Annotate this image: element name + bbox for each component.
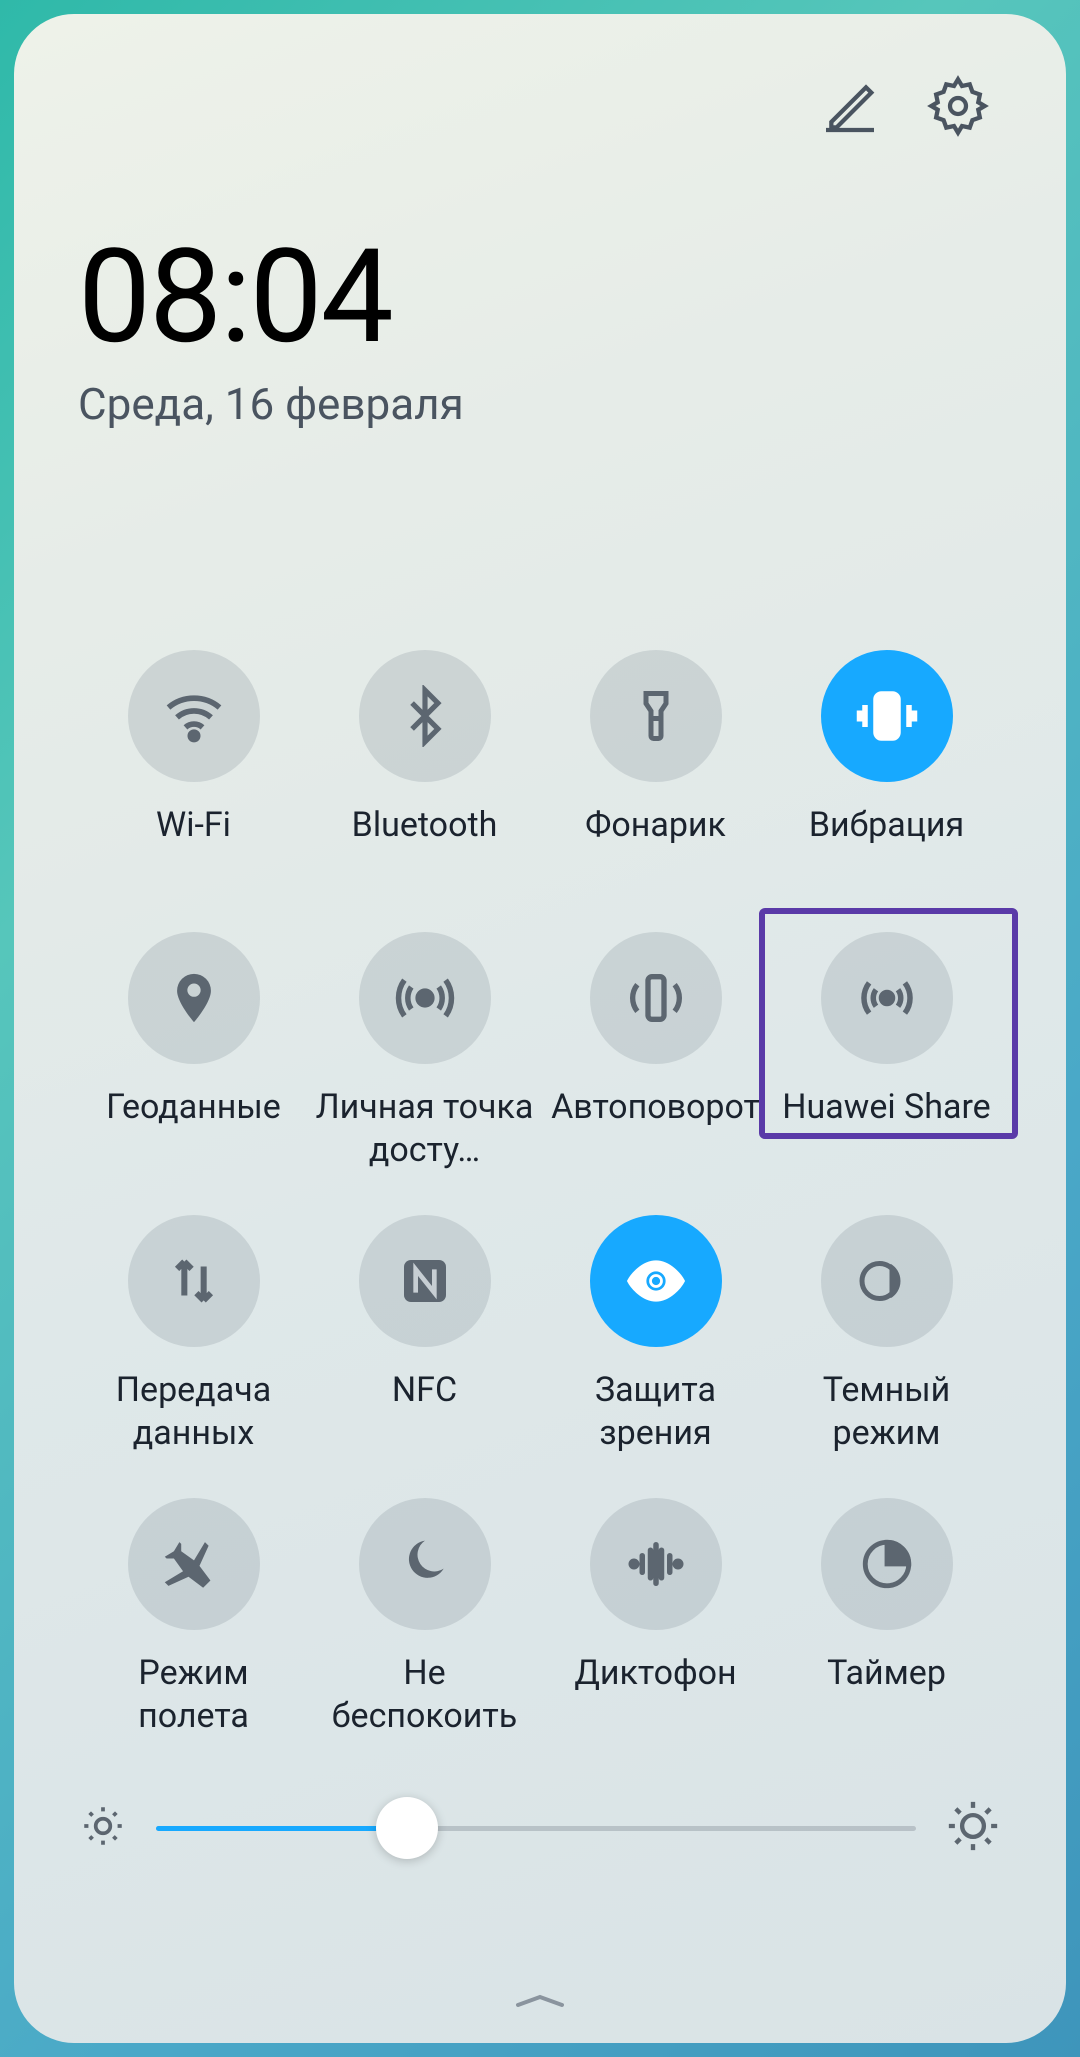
dark-mode-icon <box>821 1215 953 1347</box>
brightness-row <box>78 1797 1002 1859</box>
tile-wifi[interactable]: Wi-Fi <box>78 650 309 888</box>
autorotate-icon <box>590 932 722 1064</box>
tile-label: Фонарик <box>585 804 726 888</box>
bluetooth-icon <box>359 650 491 782</box>
flashlight-icon <box>590 650 722 782</box>
clock-date: Среда, 16 февраля <box>78 378 1002 430</box>
tile-label: Темный режим <box>777 1369 997 1454</box>
location-icon <box>128 932 260 1064</box>
tile-label: Личная точка досту… <box>315 1086 535 1171</box>
tile-huawei-share[interactable]: Huawei Share <box>771 932 1002 1171</box>
tile-label: Wi-Fi <box>156 804 231 888</box>
quick-settings-panel: 08:04 Среда, 16 февраля Wi-Fi Bluetooth <box>14 14 1066 2043</box>
data-icon <box>128 1215 260 1347</box>
eye-icon <box>590 1215 722 1347</box>
wifi-icon <box>128 650 260 782</box>
tile-label: Геоданные <box>106 1086 281 1170</box>
tile-vibration[interactable]: Вибрация <box>771 650 1002 888</box>
tile-dnd[interactable]: Не беспокоить <box>309 1498 540 1737</box>
tile-dark-mode[interactable]: Темный режим <box>771 1215 1002 1454</box>
tile-hotspot[interactable]: Личная точка досту… <box>309 932 540 1171</box>
brightness-slider[interactable] <box>156 1808 916 1848</box>
tile-timer[interactable]: Таймер <box>771 1498 1002 1737</box>
tile-bluetooth[interactable]: Bluetooth <box>309 650 540 888</box>
hotspot-icon <box>359 932 491 1064</box>
slider-thumb[interactable] <box>376 1797 438 1859</box>
nfc-icon <box>359 1215 491 1347</box>
tile-recorder[interactable]: Диктофон <box>540 1498 771 1737</box>
tile-label: Bluetooth <box>352 804 498 888</box>
settings-button[interactable] <box>926 74 990 142</box>
tile-label: Вибрация <box>809 804 964 888</box>
tile-label: Диктофон <box>574 1652 736 1736</box>
tile-label: Передача данных <box>84 1369 304 1454</box>
tile-flashlight[interactable]: Фонарик <box>540 650 771 888</box>
tile-nfc[interactable]: NFC <box>309 1215 540 1454</box>
vibration-icon <box>821 650 953 782</box>
tile-autorotate[interactable]: Автоповорот <box>540 932 771 1171</box>
airplane-icon <box>128 1498 260 1630</box>
tile-label: Защита зрения <box>546 1369 766 1454</box>
tile-label: Автоповорот <box>551 1086 760 1170</box>
tiles-grid: Wi-Fi Bluetooth Фонарик <box>78 650 1002 1737</box>
tile-label: Huawei Share <box>782 1086 990 1170</box>
brightness-low-icon[interactable] <box>78 1801 128 1855</box>
slider-track <box>156 1826 916 1831</box>
slider-fill <box>156 1826 407 1831</box>
huawei-share-icon <box>821 932 953 1064</box>
tile-data[interactable]: Передача данных <box>78 1215 309 1454</box>
tile-label: NFC <box>392 1369 457 1453</box>
tile-location[interactable]: Геоданные <box>78 932 309 1171</box>
tile-label: Таймер <box>827 1652 946 1736</box>
recorder-icon <box>590 1498 722 1630</box>
moon-icon <box>359 1498 491 1630</box>
timer-icon <box>821 1498 953 1630</box>
brightness-high-icon[interactable] <box>944 1797 1002 1859</box>
toolbar <box>78 74 1002 142</box>
tile-label: Режим полета <box>84 1652 304 1737</box>
clock-time: 08:04 <box>78 232 1002 362</box>
edit-button[interactable] <box>818 74 882 142</box>
drag-handle[interactable] <box>510 1991 570 2015</box>
tile-eye-comfort[interactable]: Защита зрения <box>540 1215 771 1454</box>
tile-airplane[interactable]: Режим полета <box>78 1498 309 1737</box>
tile-label: Не беспокоить <box>315 1652 535 1737</box>
